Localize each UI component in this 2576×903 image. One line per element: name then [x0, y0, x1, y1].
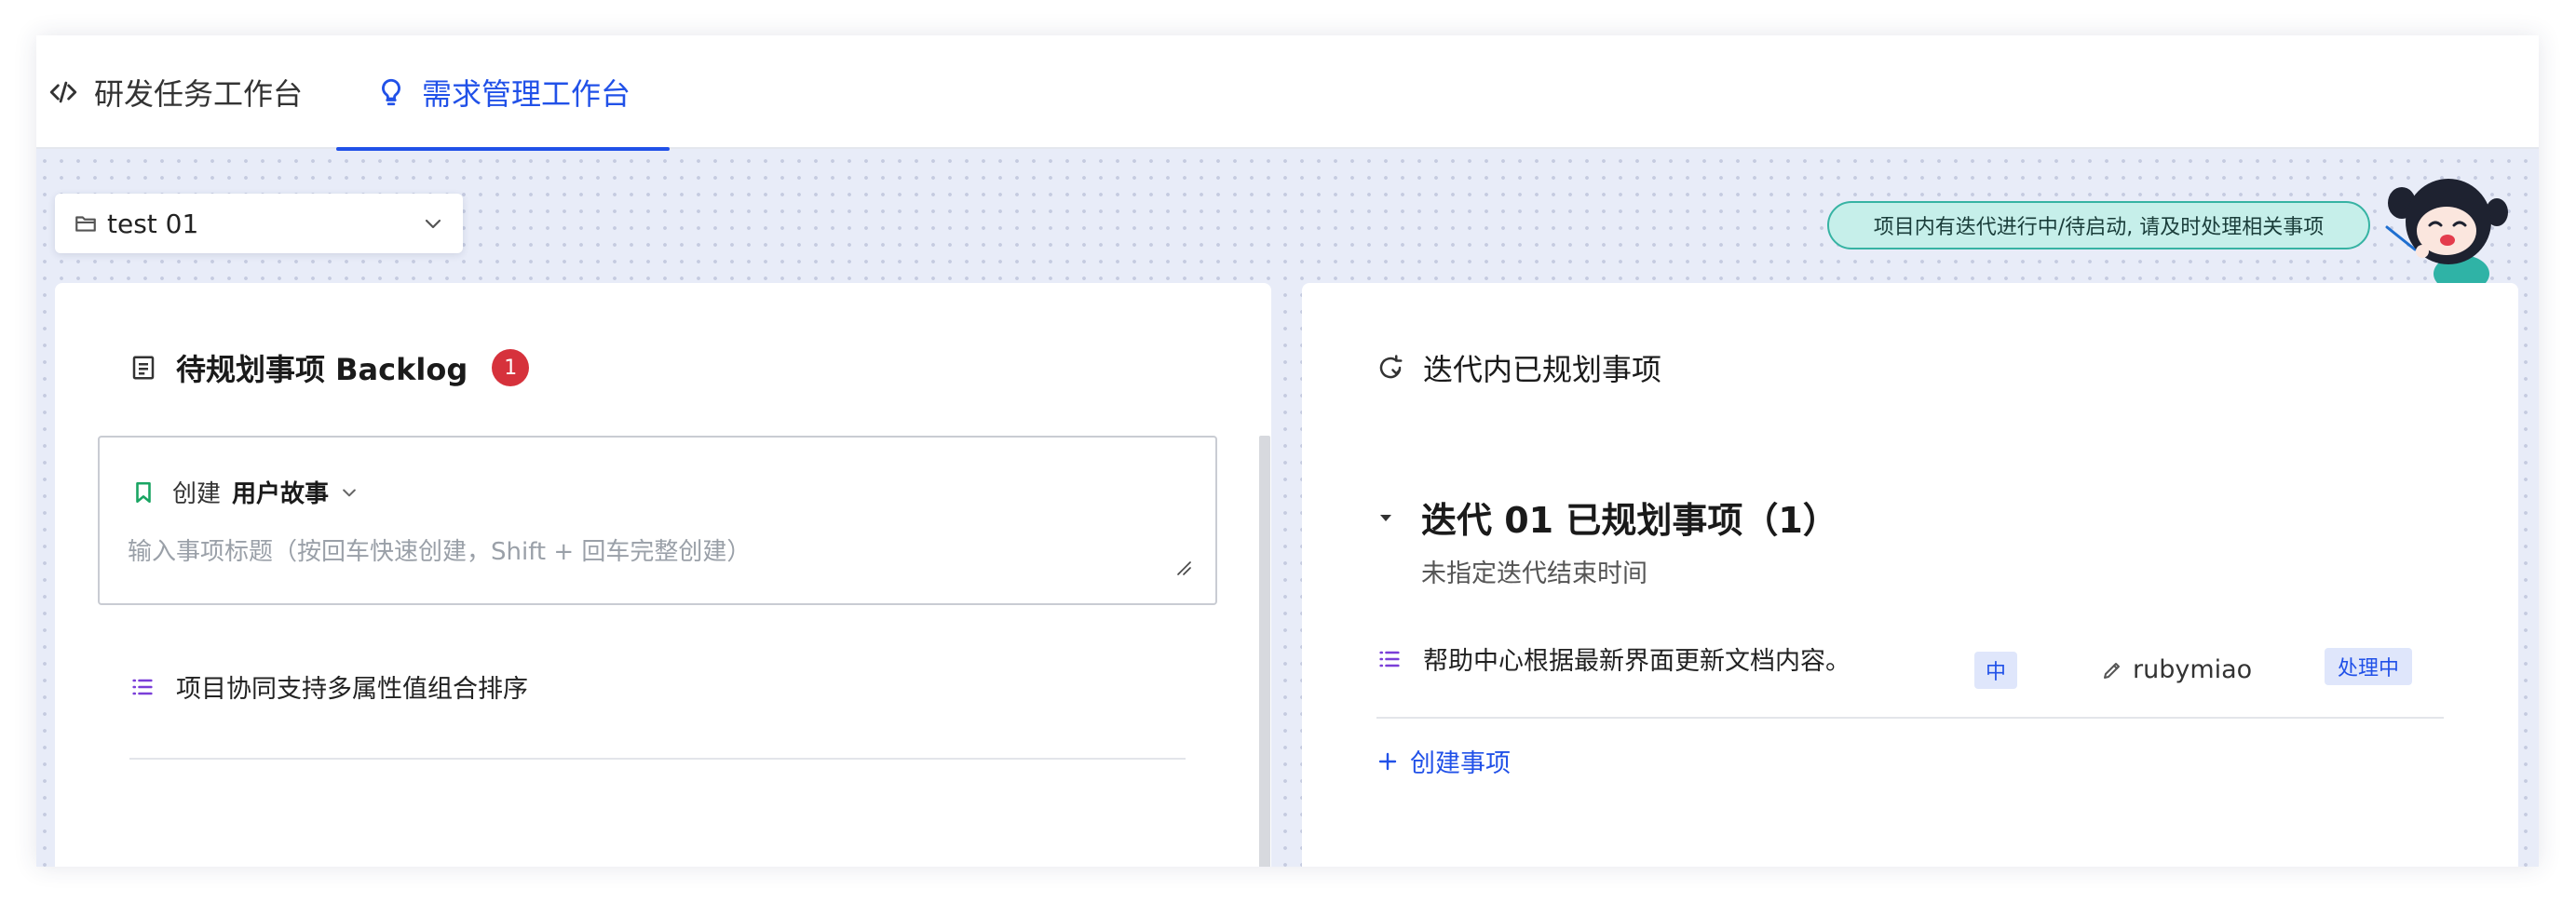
project-select[interactable]: test 01: [55, 194, 463, 253]
chevron-down-icon: [425, 219, 441, 229]
iteration-notice: 项目内有迭代进行中/待启动, 请及时处理相关事项: [1827, 201, 2370, 249]
create-type-label: 用户故事: [232, 480, 330, 508]
backlog-scrollbar[interactable]: [1259, 436, 1270, 867]
planned-header: 迭代内已规划事项: [1376, 346, 1661, 389]
tab-label: 需求管理工作台: [422, 76, 631, 112]
resize-handle-icon[interactable]: [1176, 560, 1191, 575]
item-title: 帮助中心根据最新界面更新文档内容。: [1423, 647, 1851, 676]
iteration-title: 迭代 01 已规划事项（1）: [1421, 500, 1838, 541]
divider: [1376, 717, 2444, 719]
quick-create-box: 创建 用户故事: [98, 436, 1217, 605]
bookmark-icon: [136, 481, 151, 503]
tab-requirements[interactable]: 需求管理工作台: [335, 35, 671, 151]
notice-text: 项目内有迭代进行中/待启动, 请及时处理相关事项: [1873, 216, 2325, 239]
list-item[interactable]: 项目协同支持多属性值组合排序: [129, 668, 528, 705]
backlog-header: 待规划事项 Backlog 1: [129, 346, 530, 389]
owner-name: rubymiao: [2133, 655, 2253, 684]
status-badge[interactable]: 处理中: [2325, 648, 2413, 685]
create-type-select[interactable]: 创建 用户故事: [131, 475, 359, 509]
document-icon: [132, 356, 155, 380]
project-select-value: test 01: [107, 208, 199, 239]
chevron-down-icon: [343, 489, 356, 496]
code-icon: [49, 81, 77, 103]
priority-badge[interactable]: 中: [1974, 652, 2017, 689]
planned-panel: 迭代内已规划事项 迭代 01 已规划事项（1） 未指定迭代结束时间 帮助中心根据…: [1302, 283, 2518, 867]
backlog-title: 待规划事项 Backlog: [176, 352, 468, 387]
iteration-icon: [1379, 355, 1403, 379]
tab-dev-tasks[interactable]: 研发任务工作台: [47, 35, 303, 149]
divider: [129, 758, 1186, 760]
table-row[interactable]: 帮助中心根据最新界面更新文档内容。: [1376, 640, 1851, 677]
iteration-subtitle: 未指定迭代结束时间: [1421, 559, 1647, 588]
item-title-input[interactable]: [128, 529, 1184, 575]
collapse-caret-icon[interactable]: [1376, 508, 1395, 527]
list-icon: [132, 679, 153, 694]
lightbulb-icon: [382, 78, 400, 106]
list-icon: [1379, 651, 1400, 667]
folder-icon: [75, 216, 96, 232]
tab-label: 研发任务工作台: [94, 76, 304, 112]
tab-bar: 研发任务工作台 需求管理工作台: [36, 35, 2539, 151]
create-prefix: 创建: [172, 480, 222, 508]
owner-field[interactable]: rubymiao: [2101, 655, 2252, 684]
planned-title: 迭代内已规划事项: [1423, 352, 1662, 387]
list-item-title: 项目协同支持多属性值组合排序: [176, 675, 528, 704]
pencil-icon: [2104, 662, 2120, 679]
workspace-frame: 研发任务工作台 需求管理工作台 test 01 项目内有迭代进行中/待启动, 请…: [36, 35, 2539, 867]
mascot-illustration: [2385, 179, 2508, 292]
backlog-panel: 待规划事项 Backlog 1 创建 用户故事 项目协同支持多属性值组合排序: [55, 283, 1271, 867]
create-item-label: 创建事项: [1410, 749, 1511, 778]
create-item-button[interactable]: 创建事项: [1376, 743, 1511, 779]
backlog-count-badge: 1: [492, 349, 530, 386]
plus-icon: [1378, 752, 1397, 770]
